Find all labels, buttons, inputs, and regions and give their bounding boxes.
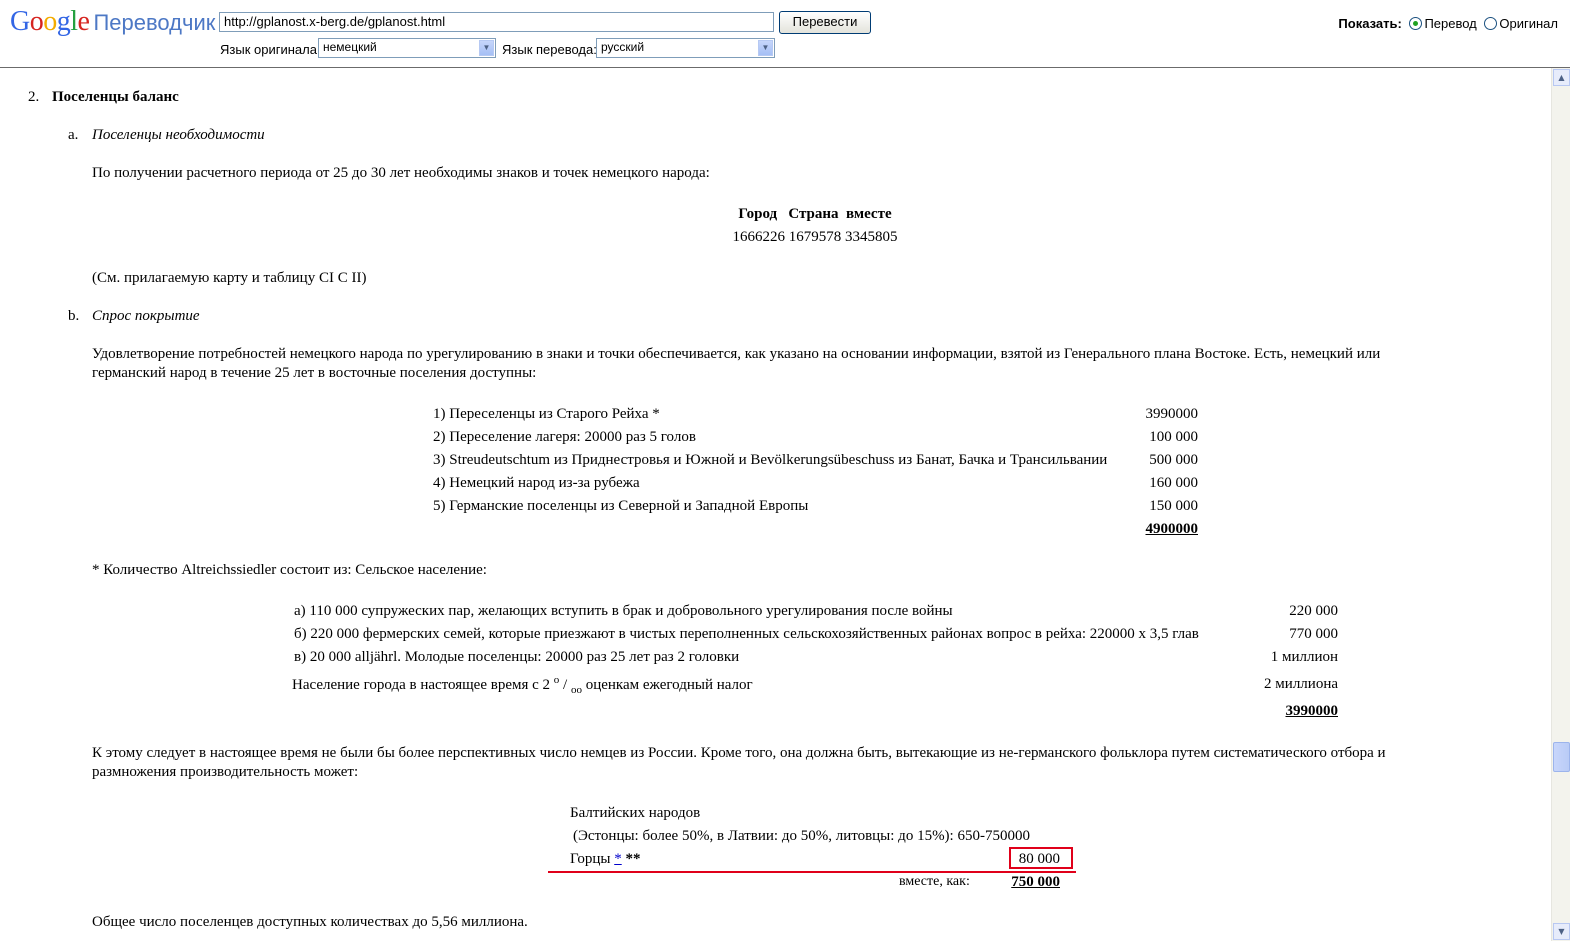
russia-paragraph-line2: размножения производительность может:	[92, 764, 359, 780]
settlers-list-item-value: 100 000	[1149, 429, 1198, 445]
settlers-list-item-label: 2) Переселение лагеря: 20000 раз 5 голов	[433, 429, 696, 445]
altreich-footnote: * Количество Altreichssiedler состоит из…	[92, 562, 487, 578]
baltic-detail: (Эстонцы: более 50%, в Латвии: до 50%, л…	[573, 828, 1030, 844]
subsection-a-title: Поселенцы необходимости	[92, 127, 265, 143]
highlight-box	[1009, 847, 1073, 869]
vertical-scrollbar[interactable]: ▲ ▼	[1551, 68, 1570, 941]
settlers-list-item-value: 500 000	[1149, 452, 1198, 468]
final-total-line: Общее число поселенцев доступных количес…	[92, 914, 528, 930]
subsection-b-marker: b.	[68, 308, 80, 324]
translate-toolbar: Google Переводчик http://gplanost.x-berg.…	[0, 0, 1570, 68]
together-value: 750 000	[1011, 874, 1060, 890]
settlers-list-item-label: 1) Переселенцы из Старого Рейха *	[433, 406, 660, 422]
subsection-b-paragraph-line2: германский народ в течение 25 лет в вост…	[92, 365, 537, 381]
subsection-b-paragraph-line1: Удовлетворение потребностей немецкого на…	[92, 346, 1381, 362]
rural-list-item-label: в) 20 000 alljährl. Молодые поселенцы: 2…	[294, 649, 740, 665]
google-translate-logo[interactable]: Google Переводчик	[10, 6, 215, 40]
russia-paragraph-line1: К этому следует в настоящее время не был…	[92, 745, 1386, 761]
source-language-value: немецкий	[323, 40, 377, 54]
rural-list-total: 3990000	[1285, 703, 1339, 719]
logo-product-text: Переводчик	[93, 10, 216, 35]
baltic-title: Балтийских народов	[570, 805, 701, 821]
scroll-down-arrow-icon[interactable]: ▼	[1553, 923, 1570, 940]
chevron-down-icon[interactable]: ▼	[479, 40, 494, 56]
rural-list-item-value: 1 миллион	[1270, 649, 1338, 665]
show-original-option[interactable]: Оригинал	[1499, 16, 1558, 31]
settlers-list-item-value: 3990000	[1145, 406, 1199, 422]
rural-list-item-label: а) 110 000 супружеских пар, желающих вст…	[294, 603, 953, 619]
target-language-label: Язык перевода:	[502, 42, 597, 57]
city-population-text-end: оценкам ежегодный налог	[581, 677, 753, 693]
show-translation-option[interactable]: Перевод	[1424, 16, 1476, 31]
gortsy-stars: **	[625, 851, 641, 867]
show-label: Показать:	[1338, 16, 1402, 31]
together-label: вместе, как:	[899, 874, 970, 889]
target-language-value: русский	[601, 40, 645, 54]
section-number: 2.	[28, 89, 40, 105]
source-language-label: Язык оригинала:	[220, 42, 321, 57]
gortsy-label: Горцы	[570, 851, 611, 867]
gortsy-row: Горцы * **	[570, 851, 640, 868]
scrollbar-thumb[interactable]	[1553, 742, 1570, 772]
permille-sub: оо	[570, 684, 582, 696]
source-language-select[interactable]: немецкий ▼	[318, 38, 496, 58]
url-input[interactable]: http://gplanost.x-berg.de/gplanost.html	[219, 12, 774, 32]
rural-list-item-value: 770 000	[1289, 626, 1338, 642]
section-title: Поселенцы баланс	[52, 89, 179, 105]
city-population-value: 2 миллиона	[1264, 676, 1338, 692]
settlers-list-item-label: 5) Германские поселенцы из Северной и За…	[433, 498, 809, 514]
rural-list-item-label: б) 220 000 фермерских семей, которые при…	[294, 626, 1199, 642]
table1-header: Город Страна вместе	[738, 206, 892, 222]
subsection-a-marker: a.	[68, 127, 79, 143]
see-map-note: (См. прилагаемую карту и таблицу CI C II…	[92, 270, 367, 286]
table1-values: 1666226 1679578 3345805	[732, 229, 898, 245]
settlers-list-item-label: 4) Немецкий народ из-за рубежа	[433, 475, 640, 491]
highlight-underline	[548, 871, 1076, 873]
permille-slash: /	[559, 677, 571, 693]
city-population-label: Население города в настоящее время с 2 о…	[292, 674, 753, 696]
chevron-down-icon[interactable]: ▼	[758, 40, 773, 56]
city-population-text: Население города в настоящее время с 2	[292, 677, 551, 693]
target-language-select[interactable]: русский ▼	[596, 38, 775, 58]
settlers-list-item-value: 150 000	[1149, 498, 1198, 514]
subsection-b-title: Спрос покрытие	[92, 308, 200, 324]
settlers-list-item-label: 3) Streudeutschtum из Приднестровья и Юж…	[433, 452, 1108, 468]
view-mode-toggle: Показать: Перевод Оригинал	[1338, 16, 1558, 31]
translated-document: 2. Поселенцы баланс a. Поселенцы необход…	[0, 69, 1550, 941]
rural-list-item-value: 220 000	[1289, 603, 1338, 619]
settlers-list-total: 4900000	[1145, 521, 1199, 537]
radio-button-icon[interactable]	[1409, 17, 1423, 30]
translate-button[interactable]: Перевести	[779, 11, 871, 34]
radio-button-icon[interactable]	[1484, 17, 1498, 30]
settlers-list-item-value: 160 000	[1149, 475, 1198, 491]
footnote-link[interactable]: *	[614, 851, 622, 867]
logo-google-text: Google	[10, 6, 90, 37]
subsection-a-paragraph: По получении расчетного периода от 25 до…	[92, 165, 710, 181]
scroll-up-arrow-icon[interactable]: ▲	[1553, 69, 1570, 86]
